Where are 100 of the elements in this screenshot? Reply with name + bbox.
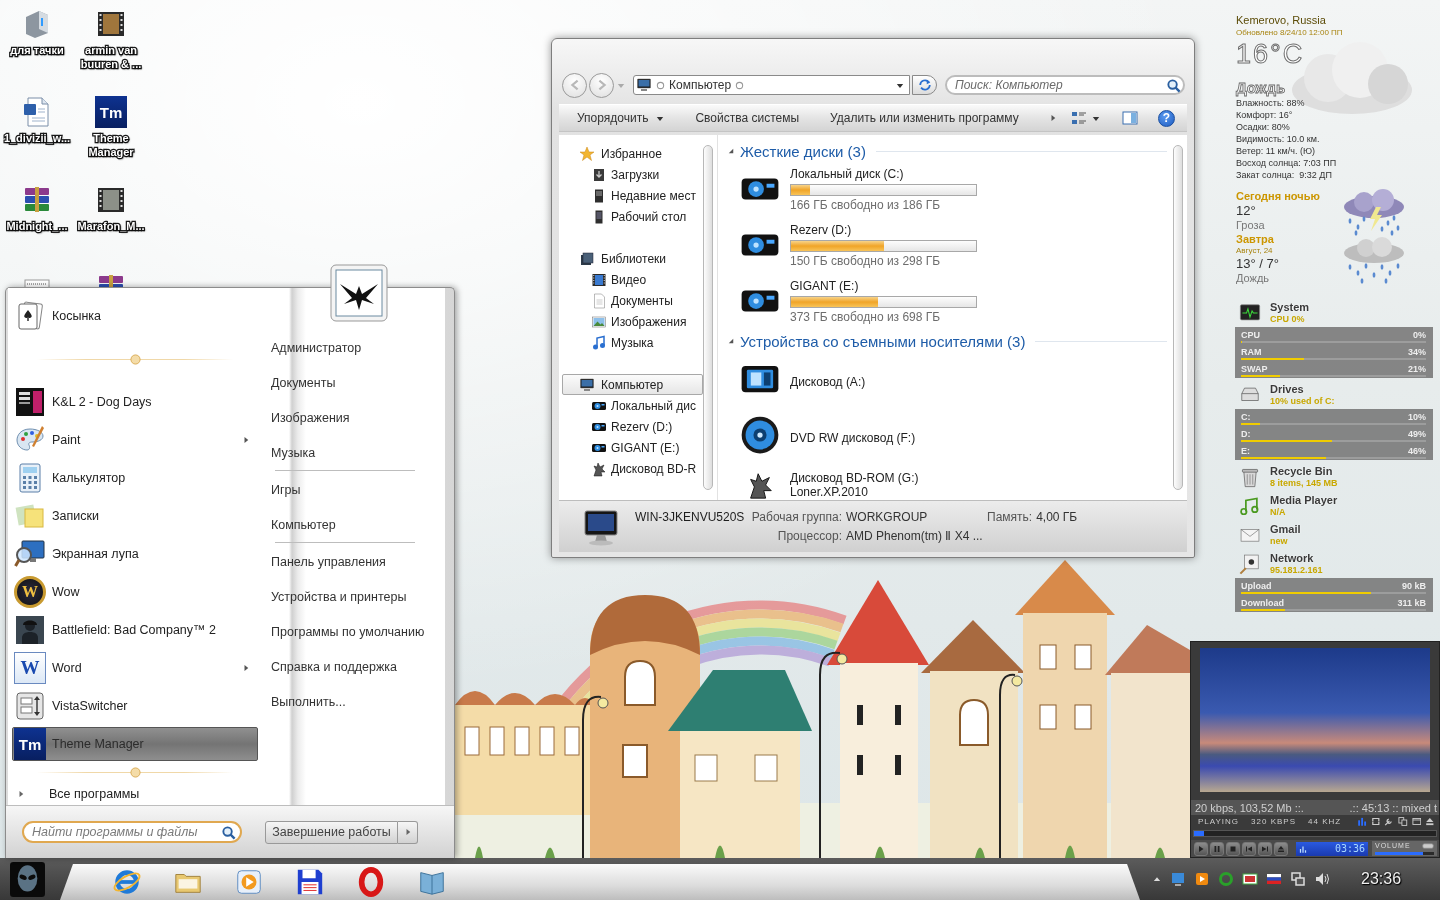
scrollbar[interactable] <box>703 145 713 490</box>
desktop-shortcut[interactable]: armin van buuren & ... <box>74 6 148 71</box>
forecast-title: Сегодня ночью <box>1236 189 1320 203</box>
network-icon[interactable] <box>1290 871 1306 887</box>
menu-item[interactable]: VistaSwitcher <box>12 687 258 725</box>
gadget-title: Gmail <box>1270 522 1301 536</box>
gadget-status: 10% used of C: <box>1270 395 1335 407</box>
previous-button[interactable] <box>1242 841 1256 856</box>
drive-name[interactable]: Локальный диск (C:) <box>790 167 904 181</box>
meter-label: SWAP <box>1241 363 1268 375</box>
nav-item[interactable]: Загрузки <box>562 164 703 185</box>
collapse-triangle-icon[interactable] <box>728 148 734 154</box>
slider-knob-icon[interactable] <box>1422 843 1434 849</box>
menu-item[interactable]: Paint <box>12 421 258 459</box>
next-button[interactable] <box>1258 841 1272 856</box>
collapse-triangle-icon[interactable] <box>728 338 734 344</box>
desktop-shortcut[interactable]: для тачки <box>0 6 74 57</box>
play-button[interactable] <box>1194 841 1208 856</box>
pause-button[interactable] <box>1210 841 1224 856</box>
nav-item[interactable]: Документы <box>562 290 703 311</box>
drive-name[interactable]: DVD RW дисковод (F:) <box>790 431 916 445</box>
nav-item[interactable]: Библиотеки <box>562 248 703 269</box>
nav-item[interactable]: Музыка <box>562 332 703 353</box>
menu-item[interactable]: Экранная лупа <box>12 535 258 573</box>
eject-icon[interactable] <box>1425 815 1435 827</box>
tile-icon[interactable] <box>1242 871 1258 887</box>
menu-item[interactable]: Tm Theme Manager <box>12 727 258 761</box>
eject-button[interactable] <box>1274 841 1288 856</box>
menu-item[interactable]: W Wow <box>12 573 258 611</box>
search-field[interactable]: Найти программы и файлы <box>22 821 242 843</box>
toolbar-button[interactable]: Удалить или изменить программу <box>818 106 1031 130</box>
all-programs-item[interactable]: Все программы <box>12 782 146 805</box>
clock[interactable]: 23:36 <box>1361 870 1402 888</box>
nav-item[interactable]: Избранное <box>562 143 703 164</box>
menu-item[interactable]: Программы по умолчанию <box>262 614 445 649</box>
menu-item[interactable]: Выполнить... <box>262 684 445 719</box>
play-tile-icon[interactable] <box>1194 871 1210 887</box>
tm-logo: Tm <box>95 96 127 128</box>
nav-item[interactable]: Rezerv (D:) <box>562 416 703 437</box>
menu-item[interactable]: Панель управления <box>262 544 445 579</box>
toolbar-button[interactable]: Упорядочить <box>565 106 677 130</box>
drive-name[interactable]: Дисковод BD-ROM (G:) <box>790 471 919 485</box>
toolbar-button[interactable]: Свойства системы <box>683 106 812 130</box>
taskbar-button[interactable] <box>295 867 325 897</box>
copy-icon[interactable] <box>1398 815 1408 827</box>
nav-item[interactable]: Локальный дис <box>562 395 703 416</box>
forecast-temperature: 13° / 7° <box>1236 256 1279 272</box>
nav-item[interactable]: Изображения <box>562 311 703 332</box>
menu-item[interactable]: Документы <box>262 365 445 400</box>
desktop-shortcut[interactable]: Tm Theme Manager <box>74 94 148 159</box>
gadget-status: new <box>1270 535 1288 547</box>
repeat-icon[interactable] <box>1370 815 1381 827</box>
bird-emblem-icon[interactable] <box>330 264 388 322</box>
group-heading: Устройства со съемными носителями (3) <box>740 332 1026 350</box>
shutdown-options-button[interactable] <box>398 820 418 844</box>
taskbar-button[interactable] <box>112 867 142 897</box>
nav-item[interactable]: Недавние мест <box>562 185 703 206</box>
volume-slider[interactable] <box>1375 852 1434 855</box>
menu-item[interactable]: Игры <box>262 472 445 507</box>
ring-icon[interactable] <box>1218 871 1234 887</box>
search-icon[interactable] <box>1166 77 1181 93</box>
track-info: .:: 45:13 :: mixed t <box>1349 801 1437 814</box>
nav-item[interactable]: Видео <box>562 269 703 290</box>
monitor-icon[interactable] <box>1170 871 1186 887</box>
menu-item[interactable]: Музыка <box>262 435 445 470</box>
menu-item[interactable]: Компьютер <box>262 507 445 542</box>
menu-item[interactable]: Калькулятор <box>12 459 258 497</box>
menu-item[interactable]: Изображения <box>262 400 445 435</box>
menu-item[interactable]: W Word <box>12 649 258 687</box>
speaker-icon[interactable] <box>1314 871 1330 887</box>
menu-item[interactable]: Устройства и принтеры <box>262 579 445 614</box>
stop-button[interactable] <box>1226 841 1240 856</box>
shutdown-button[interactable]: Завершение работы <box>265 820 398 844</box>
desktop-shortcut[interactable]: Midnight_... <box>0 182 74 233</box>
taskbar-button[interactable] <box>356 867 386 897</box>
menu-item[interactable]: Справка и поддержка <box>262 649 445 684</box>
menu-item[interactable]: K&L 2 - Dog Days <box>12 383 258 421</box>
flag-icon[interactable] <box>1266 871 1282 887</box>
drive-name[interactable]: Дисковод (A:) <box>790 375 866 389</box>
nav-item[interactable]: Дисковод BD-R <box>562 458 703 479</box>
menu-item[interactable]: Косынка <box>12 297 258 335</box>
window-icon[interactable] <box>1411 815 1422 827</box>
drive-name[interactable]: Rezerv (D:) <box>790 223 852 237</box>
seek-bar[interactable] <box>1193 830 1437 837</box>
menu-item[interactable]: Администратор <box>262 330 445 365</box>
start-button[interactable] <box>10 861 45 897</box>
address-bar[interactable]: Компьютер <box>633 75 910 95</box>
refresh-button[interactable] <box>912 75 937 95</box>
desktop-shortcut[interactable]: Marafon_M... <box>74 182 148 233</box>
nav-item[interactable]: Рабочий стол <box>562 206 703 227</box>
search-icon[interactable] <box>221 824 236 840</box>
menu-item[interactable]: Battlefield: Bad Company™ 2 <box>12 611 258 649</box>
nav-item[interactable]: Компьютер <box>562 374 703 395</box>
drive-name[interactable]: GIGANT (E:) <box>790 279 859 293</box>
desktop-shortcut[interactable]: 1_divizii_w... <box>0 94 74 145</box>
meter-label: Upload <box>1241 580 1272 592</box>
menu-item[interactable]: Записки <box>12 497 258 535</box>
scrollbar[interactable] <box>1173 145 1183 490</box>
nav-item[interactable]: GIGANT (E:) <box>562 437 703 458</box>
search-field[interactable]: Поиск: Компьютер <box>945 75 1185 95</box>
